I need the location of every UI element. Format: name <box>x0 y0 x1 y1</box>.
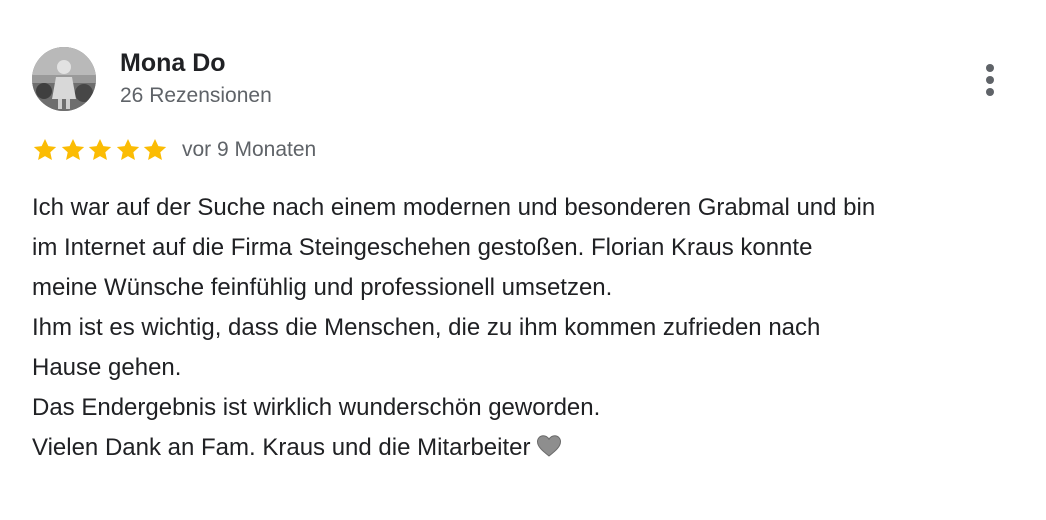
more-vert-icon <box>986 76 994 84</box>
review-date: vor 9 Monaten <box>181 138 317 161</box>
star-icon <box>33 138 57 160</box>
review-text-line: Hause gehen. <box>32 354 182 381</box>
author-name[interactable]: Mona Do <box>120 47 226 79</box>
star-icon <box>144 138 167 160</box>
review-text-line: Ich war auf der Suche nach einem moderne… <box>32 194 876 221</box>
more-vert-icon <box>986 88 994 96</box>
star-rating <box>32 137 170 163</box>
star-icon <box>61 138 84 160</box>
review-text-line: meine Wünsche feinfühlig und professione… <box>32 274 613 301</box>
review-text-line: Vielen Dank an Fam. Kraus und die Mitarb… <box>32 428 1022 468</box>
review-text: Ich war auf der Suche nach einem moderne… <box>32 188 1022 468</box>
review-text-line: Ihm ist es wichtig, dass die Menschen, d… <box>32 314 821 341</box>
grey-heart-icon <box>537 435 562 457</box>
rating-row: vor 9 Monaten <box>32 134 316 166</box>
star-icon <box>116 138 139 160</box>
avatar[interactable] <box>32 47 96 111</box>
star-icon <box>89 138 112 160</box>
more-vert-icon <box>986 64 994 72</box>
review-card: Mona Do 26 Rezensionen vor 9 Monaten Ich… <box>0 0 1046 520</box>
avatar-photo <box>32 47 96 111</box>
review-count[interactable]: 26 Rezensionen <box>120 82 272 110</box>
review-text-line: Das Endergebnis ist wirklich wunderschön… <box>32 394 601 421</box>
review-text-line: im Internet auf die Firma Steingeschehen… <box>32 234 813 261</box>
more-options-button[interactable] <box>972 60 1008 100</box>
